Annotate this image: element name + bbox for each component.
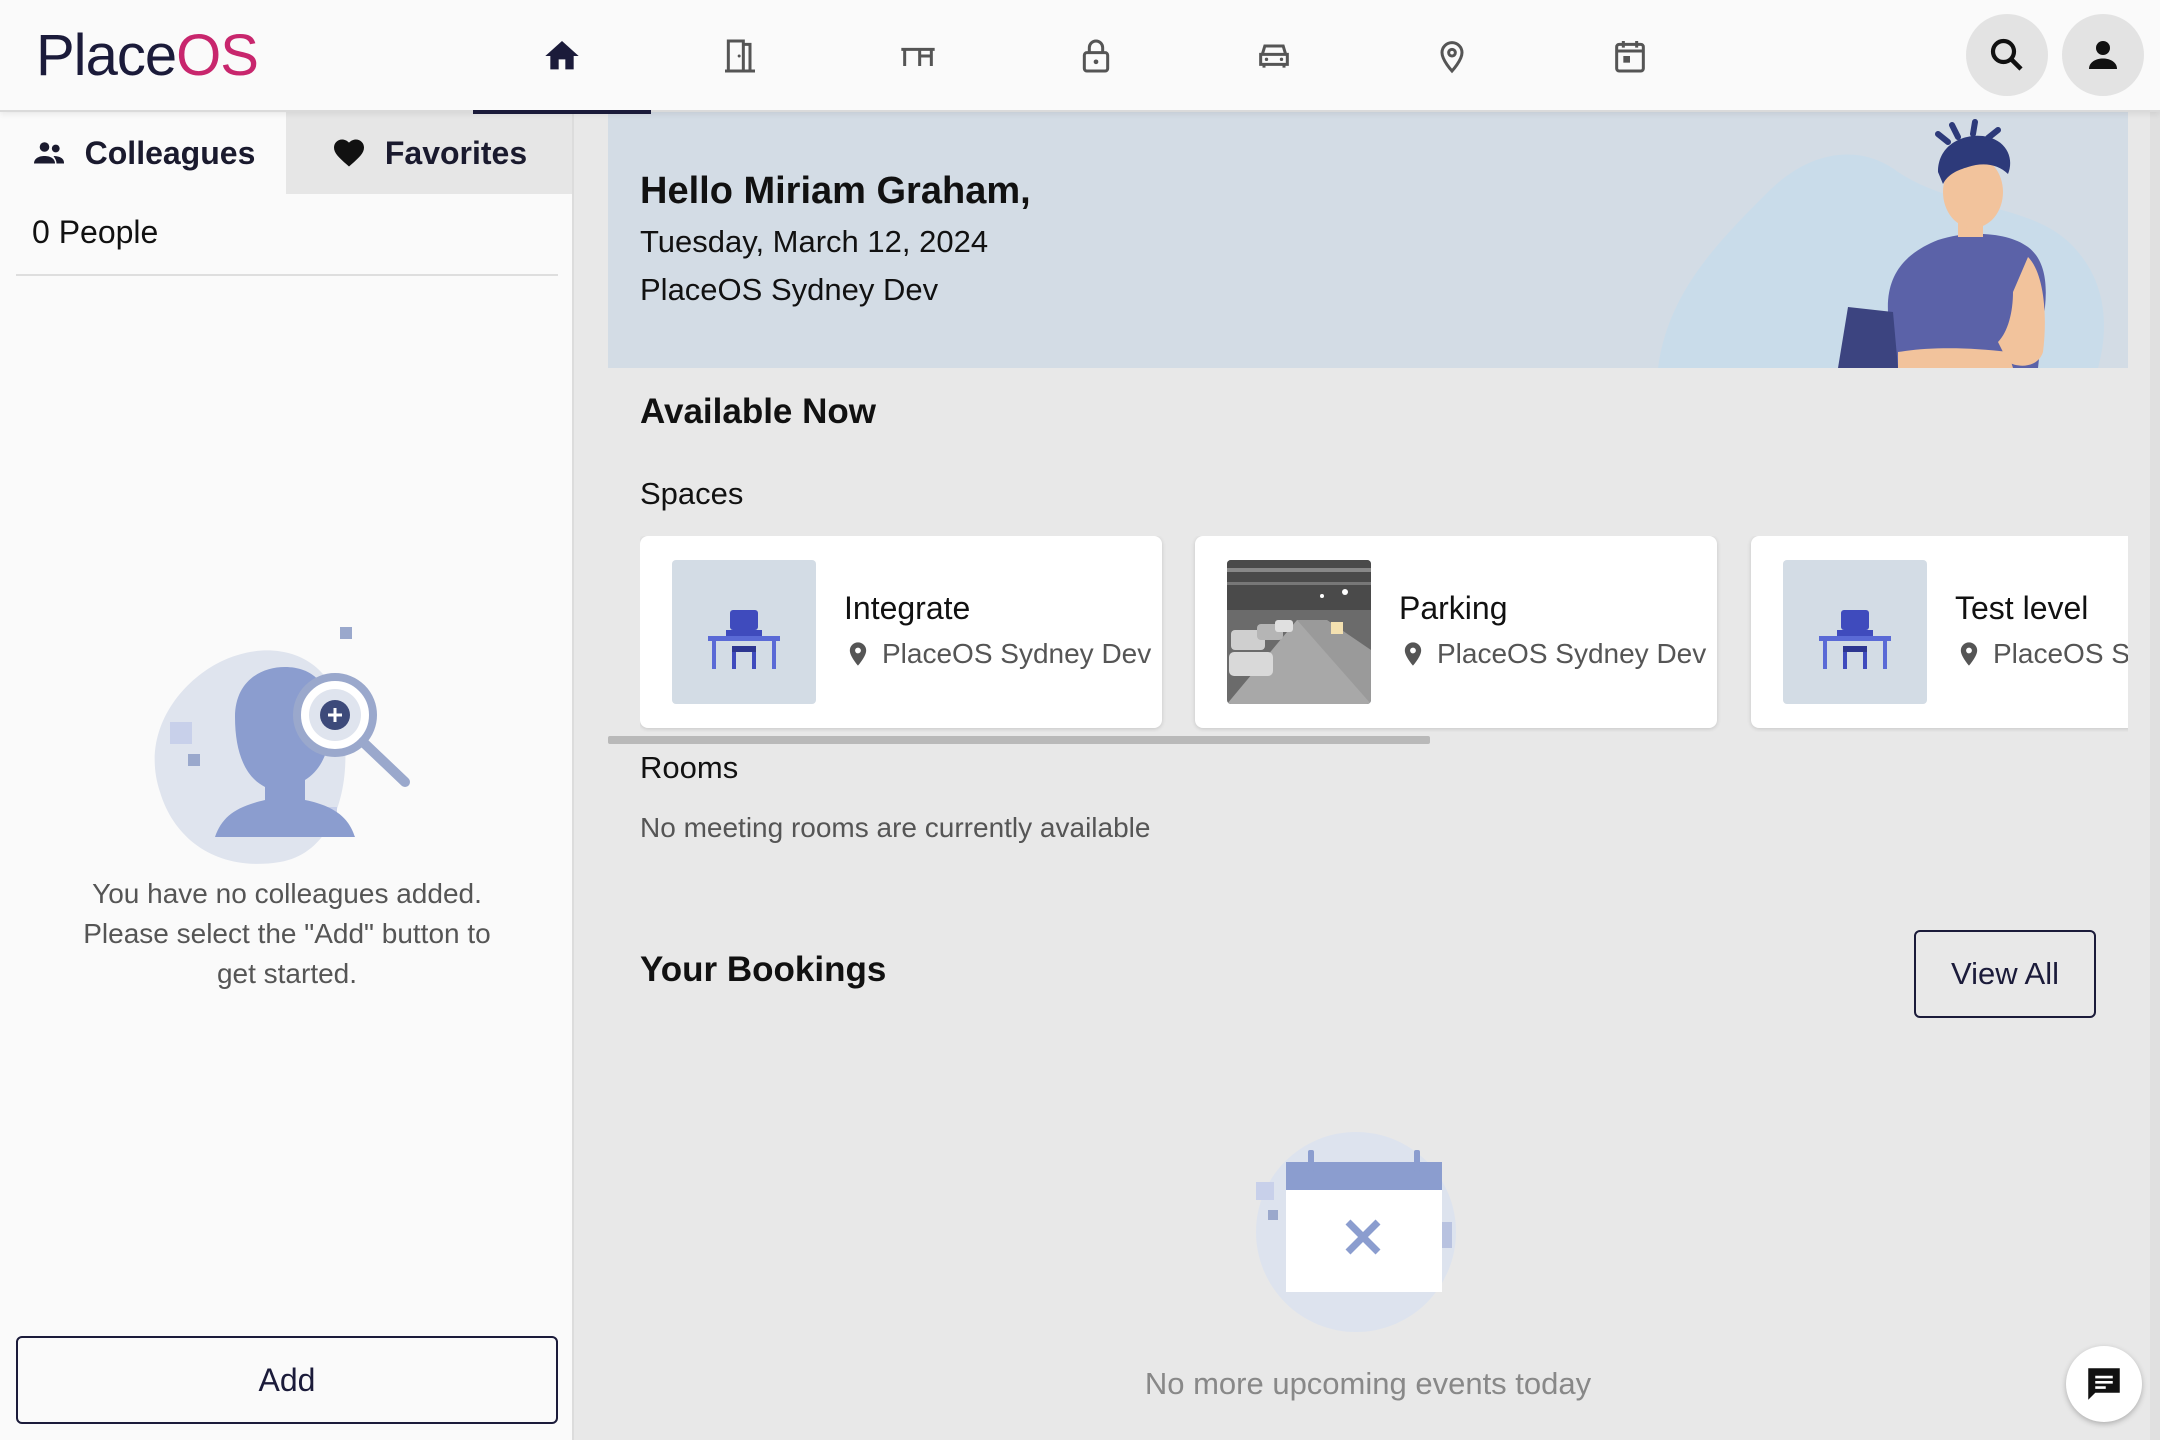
space-card-parking[interactable]: Parking PlaceOS Sydney Dev bbox=[1195, 536, 1717, 728]
colleagues-panel: Colleagues Favorites 0 People You have n… bbox=[0, 112, 574, 1440]
nav-parking[interactable] bbox=[1185, 0, 1363, 112]
parking-garage-photo bbox=[1227, 560, 1371, 704]
space-location: PlaceOS Sydney Dev bbox=[844, 638, 1151, 670]
desk-chair-icon bbox=[708, 610, 780, 669]
nav-schedule[interactable] bbox=[1541, 0, 1719, 112]
people-count: 0 People bbox=[32, 214, 159, 250]
space-name: Parking bbox=[1399, 590, 1508, 626]
logo-text-place: Place bbox=[36, 23, 177, 88]
space-name: Test level bbox=[1955, 590, 2089, 626]
welcome-banner: Hello Miriam Graham, Tuesday, March 12, … bbox=[608, 112, 2128, 368]
empty-calendar-illustration bbox=[1256, 1132, 1456, 1332]
available-now-title: Available Now bbox=[640, 392, 876, 431]
space-thumb bbox=[672, 560, 816, 704]
nav-locate[interactable] bbox=[1363, 0, 1541, 112]
calendar-icon bbox=[1615, 41, 1645, 73]
space-card-test-level[interactable]: Test level PlaceOS Sydney Dev bbox=[1751, 536, 2128, 728]
chat-button[interactable] bbox=[2066, 1346, 2142, 1422]
people-icon bbox=[33, 142, 64, 164]
door-icon bbox=[725, 39, 755, 73]
locker-icon bbox=[1082, 39, 1110, 73]
empty-line-1: You have no colleagues added. bbox=[92, 878, 482, 909]
view-all-button[interactable]: View All bbox=[1914, 930, 2096, 1018]
space-thumb bbox=[1227, 560, 1371, 704]
nav-home[interactable] bbox=[473, 0, 651, 114]
empty-line-2: Please select the "Add" button to bbox=[83, 918, 491, 949]
location-pin-icon bbox=[1440, 41, 1464, 74]
chat-icon bbox=[2088, 1368, 2120, 1400]
search-icon bbox=[1990, 38, 2023, 71]
main-nav bbox=[473, 0, 1719, 114]
search-button[interactable] bbox=[1966, 14, 2048, 96]
spaces-title: Spaces bbox=[640, 476, 744, 511]
space-thumb bbox=[1783, 560, 1927, 704]
heart-icon bbox=[333, 139, 364, 167]
tab-colleagues[interactable]: Colleagues bbox=[0, 112, 286, 194]
account-button[interactable] bbox=[2062, 14, 2144, 96]
location-pin-icon bbox=[849, 642, 867, 666]
main-content: Hello Miriam Graham, Tuesday, March 12, … bbox=[576, 112, 2160, 1440]
add-colleague-button[interactable]: Add bbox=[16, 1336, 558, 1424]
space-name: Integrate bbox=[844, 590, 971, 626]
car-icon bbox=[1259, 44, 1289, 68]
bookings-empty-message: No more upcoming events today bbox=[1144, 1366, 1592, 1401]
nav-rooms[interactable] bbox=[651, 0, 829, 112]
page-scrollbar[interactable] bbox=[2150, 112, 2160, 1440]
person-icon bbox=[2089, 41, 2117, 69]
rooms-empty-message: No meeting rooms are currently available bbox=[640, 812, 1151, 843]
space-location-text: PlaceOS Sydney Dev bbox=[882, 638, 1152, 669]
location-pin-icon bbox=[1404, 642, 1422, 666]
space-location: PlaceOS Sydney Dev bbox=[1399, 638, 1706, 670]
person-at-laptop-illustration bbox=[1658, 119, 2104, 368]
empty-line-3: get started. bbox=[216, 958, 358, 989]
space-location-text: PlaceOS Sydney Dev bbox=[1993, 638, 2128, 669]
rooms-title: Rooms bbox=[640, 750, 739, 785]
space-location: PlaceOS Sydney Dev bbox=[1955, 638, 2128, 670]
location-pin-icon bbox=[1960, 642, 1978, 666]
sidebar-tabs: Colleagues Favorites bbox=[0, 112, 572, 194]
tab-favorites-label: Favorites bbox=[384, 134, 528, 171]
divider bbox=[16, 274, 558, 276]
no-colleagues-message: You have no colleagues added. Please sel… bbox=[40, 874, 534, 994]
your-bookings-title: Your Bookings bbox=[640, 950, 887, 989]
spaces-scrollbar[interactable] bbox=[608, 736, 1430, 744]
spaces-carousel[interactable]: Integrate PlaceOS Sydney Dev Parking Pla… bbox=[640, 536, 2128, 732]
desk-chair-icon bbox=[1819, 610, 1891, 669]
nav-lockers[interactable] bbox=[1007, 0, 1185, 112]
desk-icon bbox=[901, 47, 935, 66]
top-navigation-bar: PlaceOS bbox=[0, 0, 2160, 114]
space-card-integrate[interactable]: Integrate PlaceOS Sydney Dev bbox=[640, 536, 1162, 728]
placeos-logo[interactable]: PlaceOS bbox=[36, 22, 259, 89]
space-location-text: PlaceOS Sydney Dev bbox=[1437, 638, 1707, 669]
nav-desks[interactable] bbox=[829, 0, 1007, 112]
current-date: Tuesday, March 12, 2024 bbox=[640, 224, 989, 259]
colleague-search-illustration bbox=[154, 627, 410, 864]
greeting: Hello Miriam Graham, bbox=[640, 170, 1031, 212]
home-icon bbox=[545, 41, 579, 70]
logo-text-os: OS bbox=[176, 23, 259, 88]
current-building: PlaceOS Sydney Dev bbox=[640, 272, 939, 307]
tab-favorites[interactable]: Favorites bbox=[286, 112, 572, 194]
tab-colleagues-label: Colleagues bbox=[84, 134, 256, 171]
